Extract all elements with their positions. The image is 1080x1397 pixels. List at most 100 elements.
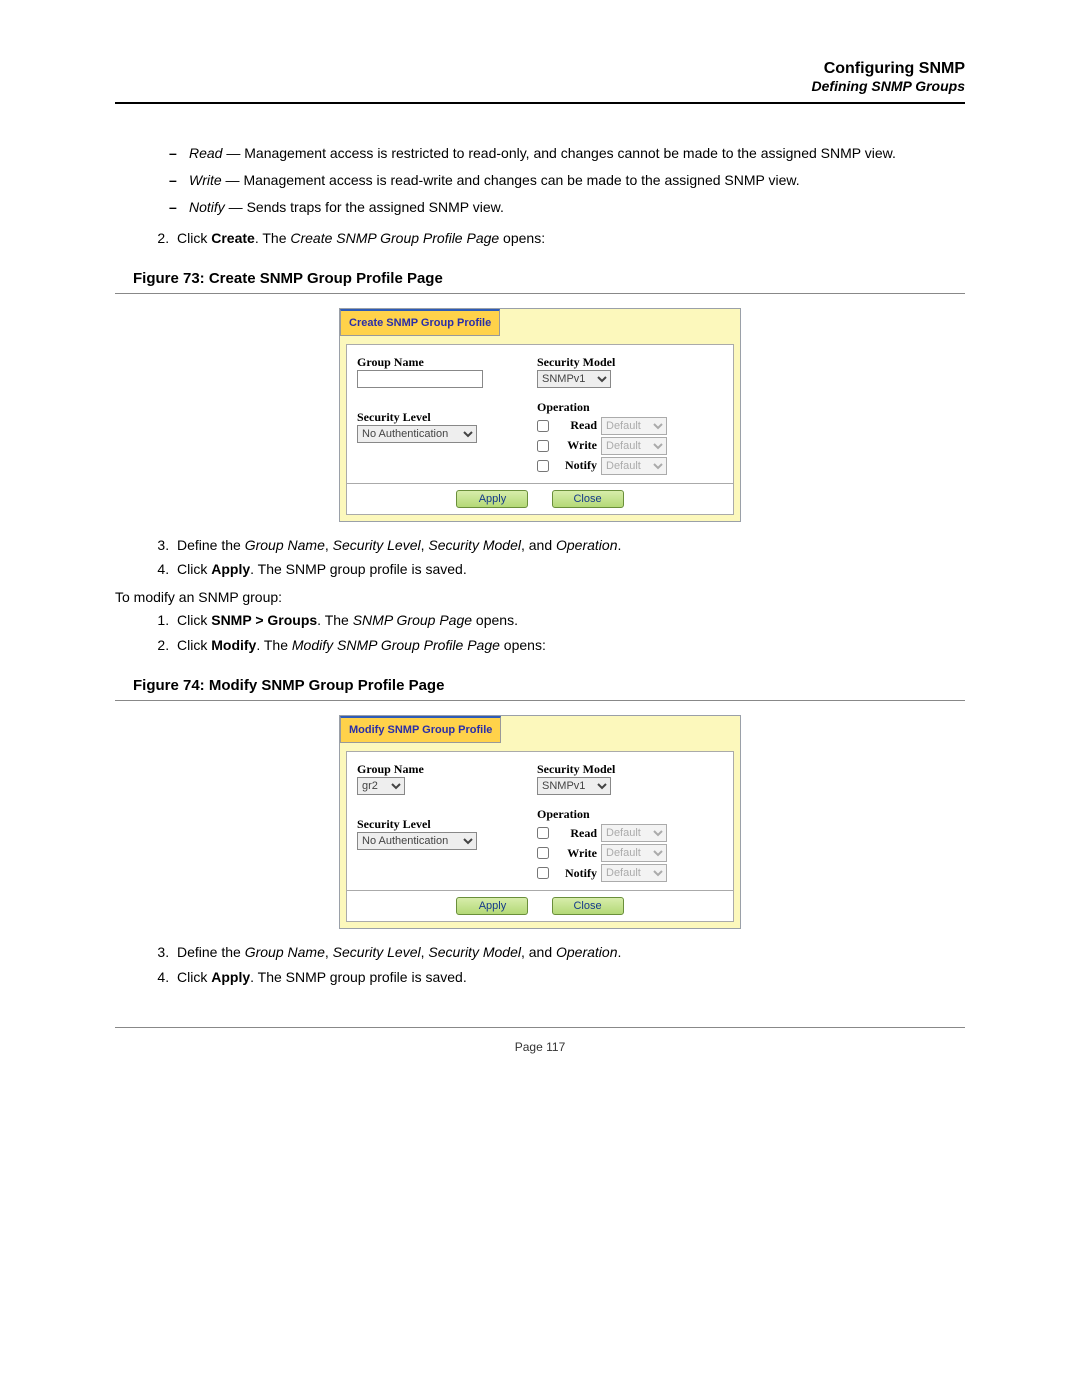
dialog-tab-create[interactable]: Create SNMP Group Profile — [340, 309, 500, 336]
s3-i1: Group Name — [245, 537, 325, 553]
bullet-write-label: Write — [189, 172, 222, 188]
select-write-view[interactable]: Default — [601, 437, 667, 455]
m2-post: opens: — [500, 637, 546, 653]
m1-mid: . The — [317, 612, 353, 628]
s4b-pre: Click — [177, 969, 211, 985]
s3-i4: Operation — [556, 537, 617, 553]
s3b-pre: Define the — [177, 944, 245, 960]
checkbox-notify-2[interactable] — [537, 867, 549, 879]
page-number: Page 117 — [115, 1040, 965, 1054]
checkbox-read-2[interactable] — [537, 827, 549, 839]
checkbox-write-2[interactable] — [537, 847, 549, 859]
page-header-subtitle: Defining SNMP Groups — [115, 78, 965, 94]
label-security-level-2: Security Level — [357, 817, 517, 832]
s3b-i4: Operation — [556, 944, 617, 960]
header-rule — [115, 102, 965, 104]
s3-i3: Security Model — [428, 537, 521, 553]
modify-snmp-group-dialog: Modify SNMP Group Profile Group Name gr2… — [339, 715, 741, 929]
step2-post: opens: — [499, 230, 545, 246]
select-read-view[interactable]: Default — [601, 417, 667, 435]
bullet-read-label: Read — [189, 145, 222, 161]
step-3-define-2: Define the Group Name, Security Level, S… — [173, 943, 965, 962]
label-operation-2: Operation — [537, 807, 737, 822]
label-security-model: Security Model — [537, 355, 737, 370]
m1-i: SNMP Group Page — [353, 612, 472, 628]
s4-b: Apply — [211, 561, 250, 577]
checkbox-write[interactable] — [537, 440, 549, 452]
step2-bold: Create — [211, 230, 255, 246]
step-4-apply-2: Click Apply. The SNMP group profile is s… — [173, 968, 965, 987]
bullet-read: Read — Management access is restricted t… — [173, 144, 965, 163]
select-notify-view[interactable]: Default — [601, 457, 667, 475]
close-button-2[interactable]: Close — [552, 897, 624, 915]
bullet-notify-label: Notify — [189, 199, 225, 215]
m1-b: SNMP > Groups — [211, 612, 317, 628]
bullet-write: Write — Management access is read-write … — [173, 171, 965, 190]
m2-b: Modify — [211, 637, 256, 653]
s3-c3: , and — [521, 537, 556, 553]
m1-pre: Click — [177, 612, 211, 628]
bullet-write-text: — Management access is read-write and ch… — [222, 172, 800, 188]
mod-step-1: Click SNMP > Groups. The SNMP Group Page… — [173, 611, 965, 630]
s3b-post: . — [617, 944, 621, 960]
checkbox-read[interactable] — [537, 420, 549, 432]
label-group-name-2: Group Name — [357, 762, 517, 777]
select-security-level[interactable]: No Authentication — [357, 425, 477, 443]
step2-text: Click — [177, 230, 211, 246]
s3-i2: Security Level — [333, 537, 421, 553]
select-group-name[interactable]: gr2 — [357, 777, 405, 795]
s3b-i3: Security Model — [428, 944, 521, 960]
step-2-create: Click Create. The Create SNMP Group Prof… — [173, 229, 965, 248]
to-modify-heading: To modify an SNMP group: — [115, 589, 965, 605]
checkbox-notify[interactable] — [537, 460, 549, 472]
step2-mid: . The — [255, 230, 291, 246]
m2-mid: . The — [256, 637, 292, 653]
s3-pre: Define the — [177, 537, 245, 553]
s4-pre: Click — [177, 561, 211, 577]
step-4-apply: Click Apply. The SNMP group profile is s… — [173, 560, 965, 579]
bullet-notify: Notify — Sends traps for the assigned SN… — [173, 198, 965, 217]
apply-button[interactable]: Apply — [456, 490, 528, 508]
create-snmp-group-dialog: Create SNMP Group Profile Group Name Sec… — [339, 308, 741, 522]
fig74-rule — [115, 700, 965, 701]
s3b-c3: , and — [521, 944, 556, 960]
select-security-model[interactable]: SNMPv1 — [537, 370, 611, 388]
page-header-title: Configuring SNMP — [115, 60, 965, 78]
input-group-name[interactable] — [357, 370, 483, 388]
label-security-level: Security Level — [357, 410, 517, 425]
bullet-read-text: — Management access is restricted to rea… — [222, 145, 895, 161]
figure-74-caption: Figure 74: Modify SNMP Group Profile Pag… — [133, 677, 965, 694]
op-read-label-2: Read — [553, 826, 597, 841]
m2-i: Modify SNMP Group Profile Page — [292, 637, 500, 653]
op-notify-label-2: Notify — [553, 866, 597, 881]
figure-73-caption: Figure 73: Create SNMP Group Profile Pag… — [133, 270, 965, 287]
dialog-tab-modify[interactable]: Modify SNMP Group Profile — [340, 716, 501, 743]
op-notify-label: Notify — [553, 458, 597, 473]
bullet-notify-text: — Sends traps for the assigned SNMP view… — [225, 199, 504, 215]
label-group-name: Group Name — [357, 355, 517, 370]
fig73-rule — [115, 293, 965, 294]
s3b-c1: , — [325, 944, 333, 960]
label-security-model-2: Security Model — [537, 762, 737, 777]
s3-c1: , — [325, 537, 333, 553]
mod-step-2: Click Modify. The Modify SNMP Group Prof… — [173, 636, 965, 655]
s4b-b: Apply — [211, 969, 250, 985]
s4b-post: . The SNMP group profile is saved. — [250, 969, 467, 985]
s3b-i2: Security Level — [333, 944, 421, 960]
op-write-label: Write — [553, 438, 597, 453]
step2-ital: Create SNMP Group Profile Page — [290, 230, 499, 246]
m2-pre: Click — [177, 637, 211, 653]
select-write-view-2[interactable]: Default — [601, 844, 667, 862]
select-read-view-2[interactable]: Default — [601, 824, 667, 842]
select-security-model-2[interactable]: SNMPv1 — [537, 777, 611, 795]
s3b-i1: Group Name — [245, 944, 325, 960]
select-security-level-2[interactable]: No Authentication — [357, 832, 477, 850]
select-notify-view-2[interactable]: Default — [601, 864, 667, 882]
apply-button-2[interactable]: Apply — [456, 897, 528, 915]
op-read-label: Read — [553, 418, 597, 433]
step-3-define: Define the Group Name, Security Level, S… — [173, 536, 965, 555]
close-button[interactable]: Close — [552, 490, 624, 508]
label-operation: Operation — [537, 400, 737, 415]
s4-post: . The SNMP group profile is saved. — [250, 561, 467, 577]
m1-post: opens. — [472, 612, 518, 628]
